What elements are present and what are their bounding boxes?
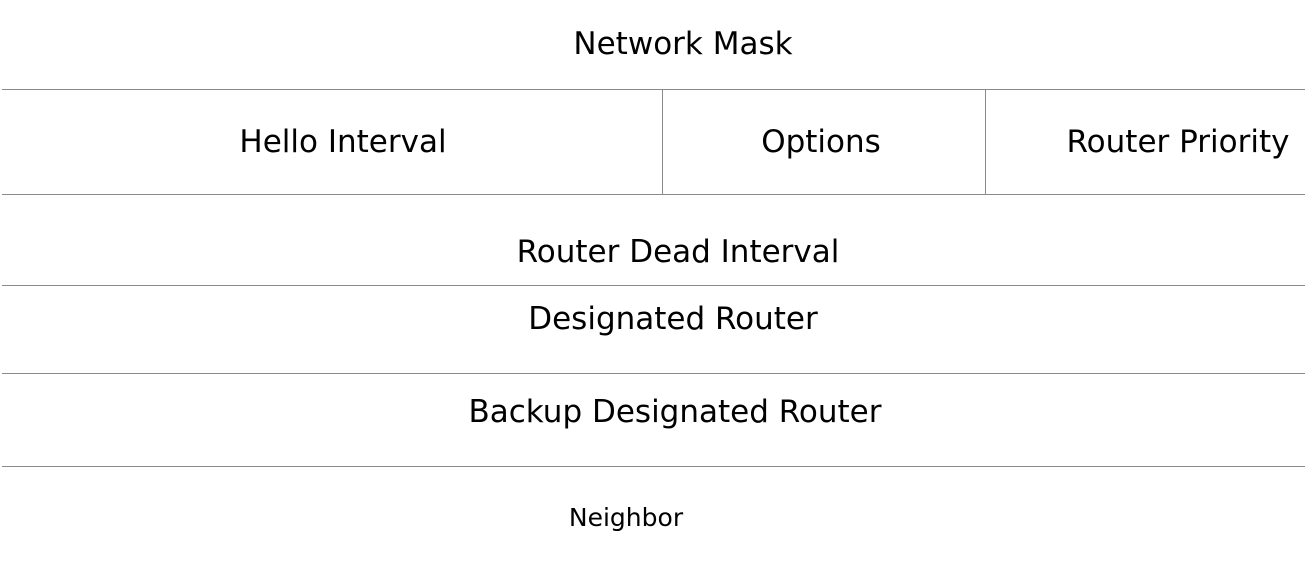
network-mask-field: Network Mask [0, 10, 1305, 78]
router-dead-interval-label: Router Dead Interval [516, 234, 840, 270]
options-field: Options [662, 90, 980, 194]
neighbor-label: Neighbor [568, 502, 684, 532]
designated-router-label: Designated Router [528, 301, 818, 337]
row-divider [2, 194, 1305, 195]
network-mask-label: Network Mask [573, 26, 793, 62]
options-label: Options [761, 124, 881, 160]
backup-designated-router-field: Backup Designated Router [0, 374, 1305, 450]
router-priority-label: Router Priority [1066, 124, 1290, 160]
hello-interval-label: Hello Interval [239, 124, 447, 160]
backup-designated-router-label: Backup Designated Router [468, 394, 882, 430]
router-priority-field: Router Priority [1060, 90, 1296, 194]
designated-router-field: Designated Router [0, 286, 1305, 352]
row-divider [2, 466, 1305, 467]
column-divider [985, 89, 986, 195]
router-dead-interval-field: Router Dead Interval [0, 220, 1305, 284]
neighbor-field: Neighbor [0, 490, 1252, 544]
hello-interval-field: Hello Interval [0, 90, 686, 194]
